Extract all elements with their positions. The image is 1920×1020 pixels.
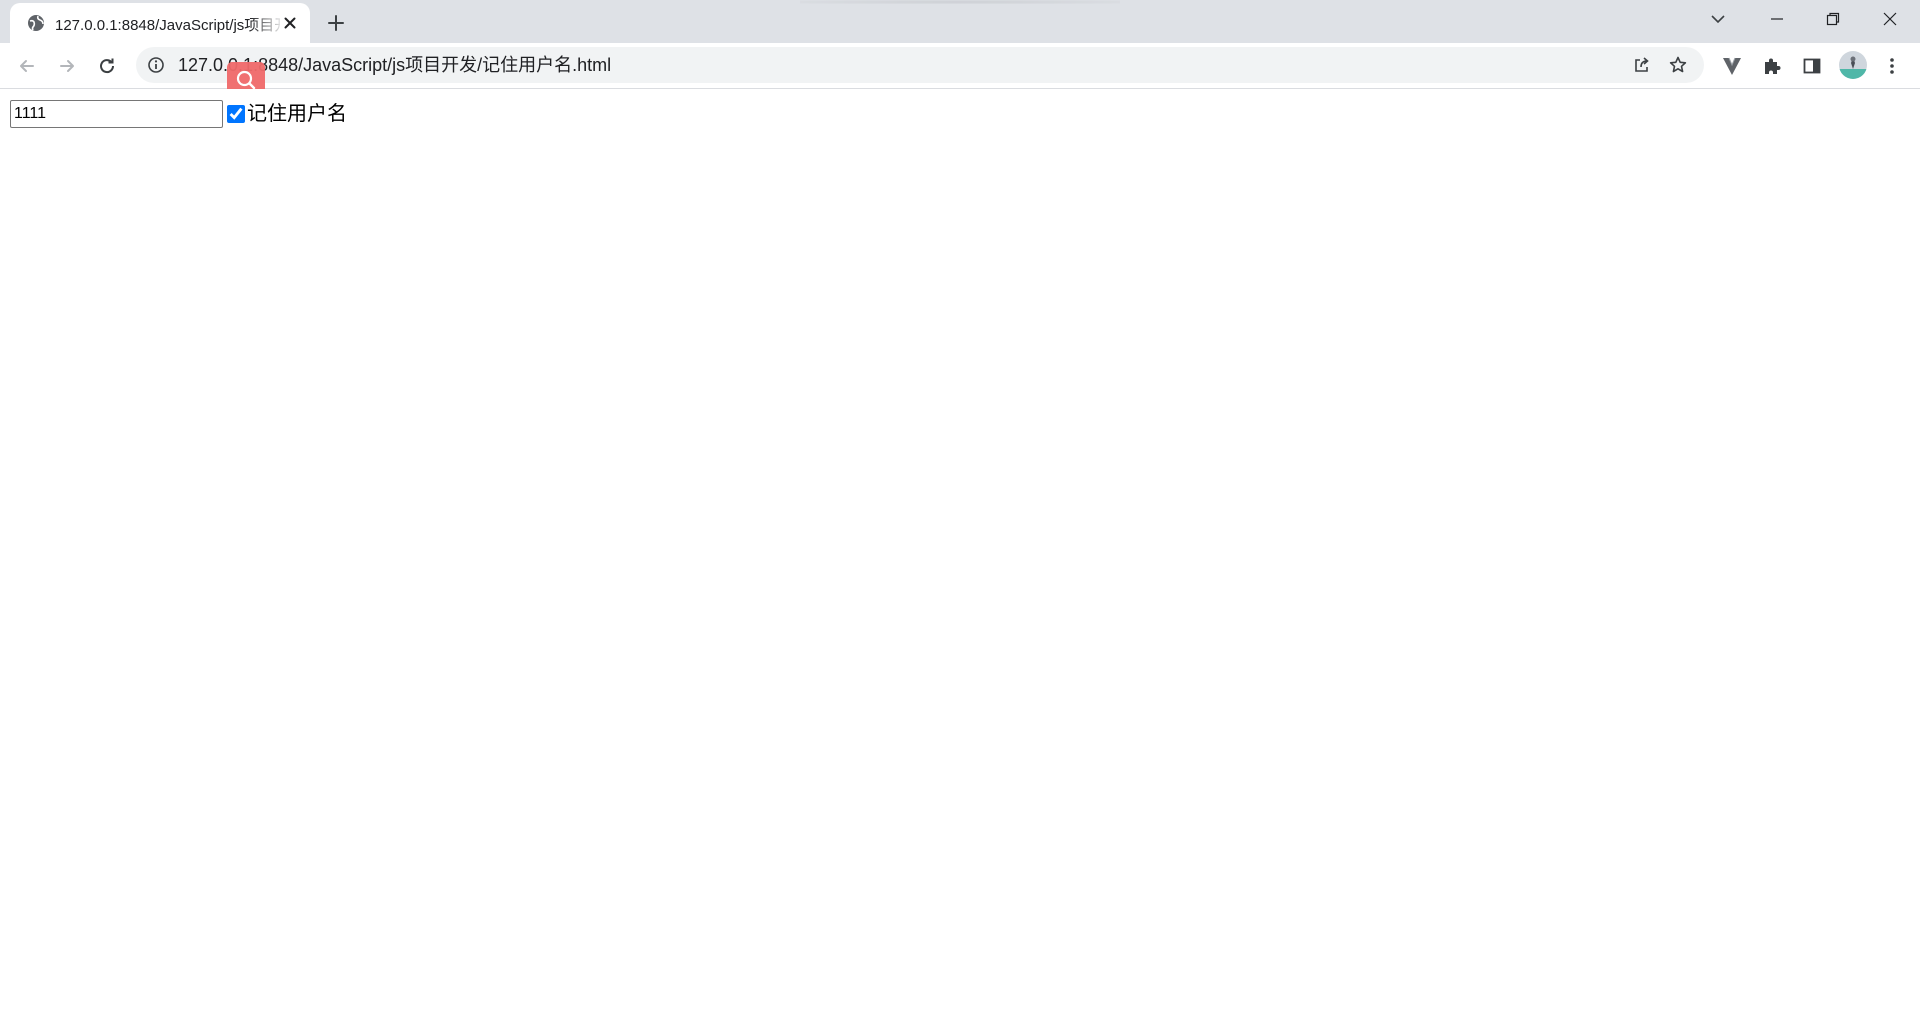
remember-username-label[interactable]: 记住用户名 <box>247 100 347 128</box>
restore-icon <box>1826 12 1840 25</box>
star-icon <box>1669 56 1687 73</box>
avatar-icon <box>1839 51 1867 79</box>
arrow-right-icon <box>60 60 74 72</box>
extensions-button[interactable] <box>1759 53 1785 79</box>
bookmark-button[interactable] <box>1666 53 1690 77</box>
close-icon <box>1883 12 1897 25</box>
address-bar[interactable]: 127.0.0.1:8848/JavaScript/js项目开发/记住用户名.h… <box>136 47 1704 83</box>
remember-username-form: 记住用户名 <box>10 100 347 128</box>
tab-title: 127.0.0.1:8848/JavaScript/js项目开发/记住用户名.h… <box>55 17 280 34</box>
forward-button[interactable] <box>50 49 84 83</box>
tabstrip-shadow <box>800 0 1120 4</box>
tab-search-button[interactable] <box>1690 0 1746 37</box>
page-content: 记住用户名 <box>0 89 1920 1020</box>
close-window-button[interactable] <box>1862 0 1918 37</box>
profile-avatar[interactable] <box>1839 51 1867 79</box>
side-panel-icon <box>1803 58 1821 74</box>
new-tab-button[interactable] <box>322 9 350 37</box>
share-button[interactable] <box>1630 53 1654 77</box>
browser-tab-active[interactable]: 127.0.0.1:8848/JavaScript/js项目开发/记住用户名.h… <box>10 3 310 43</box>
reload-icon <box>100 58 115 74</box>
minimize-icon <box>1771 17 1783 20</box>
v-extension-button[interactable] <box>1719 53 1745 79</box>
restore-button[interactable] <box>1805 0 1861 37</box>
puzzle-icon <box>1765 58 1781 74</box>
kebab-menu-icon <box>1890 58 1894 74</box>
minimize-button[interactable] <box>1749 0 1805 37</box>
v-extension-icon <box>1723 57 1741 75</box>
side-panel-button[interactable] <box>1799 53 1825 79</box>
back-button[interactable] <box>10 49 44 83</box>
tab-strip: 127.0.0.1:8848/JavaScript/js项目开发/记住用户名.h… <box>0 0 1920 43</box>
globe-icon <box>28 15 44 31</box>
reload-button[interactable] <box>90 49 124 83</box>
browser-toolbar: 127.0.0.1:8848/JavaScript/js项目开发/记住用户名.h… <box>0 43 1920 89</box>
info-icon[interactable] <box>146 55 166 75</box>
username-input[interactable] <box>10 100 223 128</box>
remember-username-checkbox[interactable] <box>227 105 245 123</box>
browser-menu-button[interactable] <box>1879 53 1905 79</box>
chevron-down-icon <box>1711 14 1725 23</box>
close-tab-icon[interactable] <box>280 13 300 33</box>
share-icon <box>1635 57 1649 72</box>
arrow-left-icon <box>20 60 34 72</box>
browser-window: 127.0.0.1:8848/JavaScript/js项目开发/记住用户名.h… <box>0 0 1920 1020</box>
